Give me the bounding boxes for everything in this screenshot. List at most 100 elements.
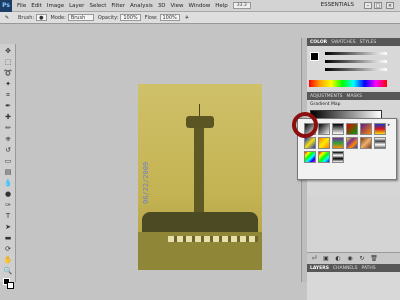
layers-panel-tabs: LAYERS CHANNELS PATHS (307, 264, 400, 272)
brush-tool-preset-icon[interactable]: ✎ (0, 13, 14, 23)
gradient-tool-icon[interactable]: ▤ (3, 167, 13, 177)
flow-label: Flow: (144, 14, 158, 21)
zoom-level-field[interactable]: 33.3 (232, 2, 251, 9)
document-canvas[interactable]: 06/22/2009 (138, 84, 262, 270)
tab-layers[interactable]: LAYERS (310, 266, 329, 271)
gradient-preset-chrome[interactable] (374, 137, 386, 149)
eyedropper-tool-icon[interactable]: ✒ (3, 101, 13, 111)
foreground-background-colors-icon[interactable] (3, 278, 15, 290)
eraser-tool-icon[interactable]: ▭ (3, 156, 13, 166)
gradient-preset-blue-red-yellow[interactable] (374, 123, 386, 135)
marquee-tool-icon[interactable]: ⬚ (3, 57, 13, 67)
tower-observation-deck (186, 116, 214, 128)
menu-layer[interactable]: Layer (69, 3, 84, 9)
gradient-preset-foreground-to-transparent[interactable] (318, 123, 330, 135)
airbrush-icon[interactable]: ✈ (180, 13, 194, 23)
gradient-preset-orange-yellow-orange[interactable] (318, 137, 330, 149)
hand-tool-icon[interactable]: ✋ (3, 255, 13, 265)
crop-tool-icon[interactable]: ⌗ (3, 90, 13, 100)
photoshop-logo-icon: Ps (0, 0, 12, 12)
tab-styles[interactable]: STYLES (360, 40, 377, 45)
history-brush-tool-icon[interactable]: ↺ (3, 145, 13, 155)
maximize-icon[interactable]: □ (374, 2, 382, 9)
color-spectrum-bar[interactable] (309, 80, 387, 87)
red-slider[interactable] (325, 52, 387, 55)
gradient-preset-yellow-violet-orange-blue[interactable] (346, 137, 358, 149)
flow-field[interactable]: 100% (159, 14, 180, 21)
gradient-preset-copper[interactable] (360, 137, 372, 149)
menu-bar: File Edit Image Layer Select Filter Anal… (17, 3, 228, 9)
path-selection-tool-icon[interactable]: ➤ (3, 222, 13, 232)
photo-date-stamp: 06/22/2009 (142, 161, 150, 204)
menu-analysis[interactable]: Analysis (130, 3, 153, 9)
visibility-eye-icon[interactable]: ◉ (346, 255, 354, 263)
gradient-preset-violet-orange[interactable] (360, 123, 372, 135)
gradient-preset-black-white[interactable] (332, 123, 344, 135)
parked-cars (168, 236, 258, 242)
clip-layer-icon[interactable]: ◐ (334, 255, 342, 263)
foreground-color-swatch[interactable] (310, 52, 319, 61)
close-icon[interactable]: × (386, 2, 394, 9)
minimize-icon[interactable]: – (364, 2, 372, 9)
menu-3d[interactable]: 3D (158, 3, 166, 9)
tab-channels[interactable]: CHANNELS (333, 266, 358, 271)
brush-label: Brush: (18, 14, 35, 21)
menu-view[interactable]: View (170, 3, 183, 9)
tower-antenna (199, 104, 200, 116)
adjustments-panel-tabs: ADJUSTMENTS MASKS (307, 92, 400, 100)
tools-panel: ✥ ⬚ ➰ ✦ ⌗ ✒ ✚ ✏ ⎈ ↺ ▭ ▤ 💧 ● ✑ T ➤ ▬ ⟳ ✋ … (0, 44, 16, 289)
layers-panel (307, 272, 400, 300)
tab-paths[interactable]: PATHS (362, 266, 376, 271)
menu-edit[interactable]: Edit (31, 3, 42, 9)
highlight-ring-annotation (292, 112, 318, 138)
tab-color[interactable]: COLOR (310, 40, 327, 45)
shape-tool-icon[interactable]: ▬ (3, 233, 13, 243)
clone-stamp-tool-icon[interactable]: ⎈ (3, 134, 13, 144)
quick-selection-tool-icon[interactable]: ✦ (3, 79, 13, 89)
mode-label: Mode: (50, 14, 66, 21)
opacity-field[interactable]: 100% (120, 14, 141, 21)
tool-options-bar: ✎ Brush: ● Mode: Brush Opacity: 100% Flo… (0, 12, 400, 24)
green-slider[interactable] (325, 60, 387, 63)
pen-tool-icon[interactable]: ✑ (3, 200, 13, 210)
adjustments-footer: ⏎ ▣ ◐ ◉ ↻ 🗑 (307, 252, 400, 264)
gradient-map-title: Gradient Map (310, 102, 341, 107)
menu-image[interactable]: Image (47, 3, 64, 9)
menu-select[interactable]: Select (89, 3, 106, 9)
workspace-switcher[interactable]: ESSENTIALS (321, 2, 354, 8)
gradient-preset-spectrum[interactable] (304, 151, 316, 163)
reset-icon[interactable]: ↻ (358, 255, 366, 263)
move-tool-icon[interactable]: ✥ (3, 46, 13, 56)
gradient-preset-violet-green-orange[interactable] (332, 137, 344, 149)
menu-file[interactable]: File (17, 3, 26, 9)
type-tool-icon[interactable]: T (3, 211, 13, 221)
trash-icon[interactable]: 🗑 (370, 255, 378, 263)
gradient-preset-red-green[interactable] (346, 123, 358, 135)
dodge-tool-icon[interactable]: ● (3, 189, 13, 199)
3d-rotate-tool-icon[interactable]: ⟳ (3, 244, 13, 254)
tab-adjustments[interactable]: ADJUSTMENTS (310, 94, 342, 99)
application-bar: Ps File Edit Image Layer Select Filter A… (0, 0, 400, 12)
gradient-preset-blue-yellow-blue[interactable] (304, 137, 316, 149)
color-panel (307, 46, 400, 90)
blur-tool-icon[interactable]: 💧 (3, 178, 13, 188)
gradient-preset-transparent-stripes[interactable] (332, 151, 344, 163)
healing-brush-tool-icon[interactable]: ✚ (3, 112, 13, 122)
menu-help[interactable]: Help (215, 3, 228, 9)
brush-tool-icon[interactable]: ✏ (3, 123, 13, 133)
zoom-tool-icon[interactable]: 🔍 (3, 266, 13, 276)
lasso-tool-icon[interactable]: ➰ (3, 68, 13, 78)
picker-menu-arrow-icon[interactable]: ▸ (386, 122, 392, 128)
gradient-preset-transparent-rainbow[interactable] (318, 151, 330, 163)
color-panel-tabs: COLOR SWATCHES STYLES (307, 38, 400, 46)
menu-filter[interactable]: Filter (111, 3, 125, 9)
return-arrow-icon[interactable]: ⏎ (310, 255, 318, 263)
blue-slider[interactable] (325, 68, 387, 71)
mode-select[interactable]: Brush (67, 14, 94, 21)
tab-swatches[interactable]: SWATCHES (331, 40, 356, 45)
menu-window[interactable]: Window (189, 3, 211, 9)
brush-size-picker[interactable]: ● (36, 14, 47, 21)
tower-shaft (194, 128, 204, 218)
expand-view-icon[interactable]: ▣ (322, 255, 330, 263)
tab-masks[interactable]: MASKS (346, 94, 362, 99)
